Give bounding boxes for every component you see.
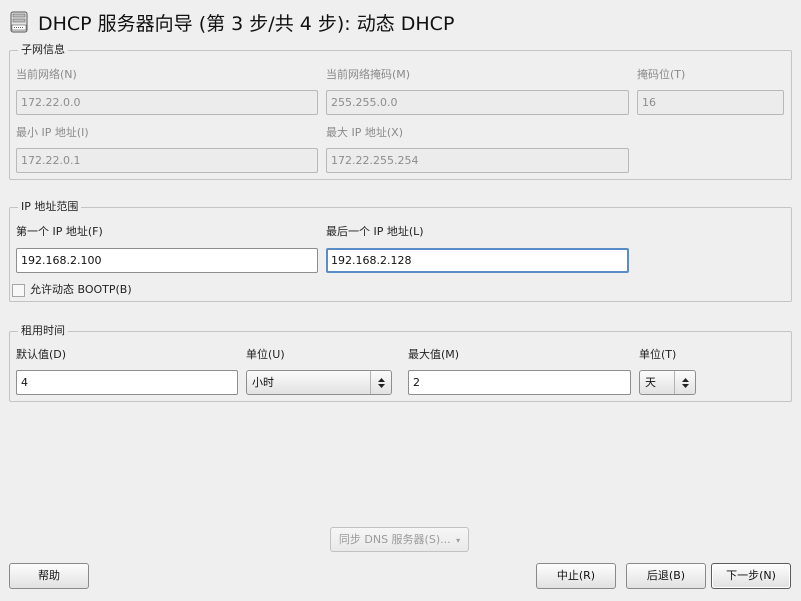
lease-time-group: 租用时间 默认值(D) 4 单位(U) 小时 最大值(M) 2 单位(T) 天 [9, 324, 792, 402]
max-lease-label: 最大值(M) [408, 348, 460, 361]
min-ip-field[interactable]: 172.22.0.1 [16, 148, 318, 173]
ip-range-group: IP 地址范围 第一个 IP 地址(F) 192.168.2.100 最后一个 … [9, 200, 792, 302]
help-button[interactable]: 帮助 [9, 563, 89, 589]
bootp-option[interactable]: 允许动态 BOOTP(B) [12, 283, 132, 297]
subnet-info-legend: 子网信息 [18, 43, 68, 57]
ip-range-legend: IP 地址范围 [18, 200, 82, 214]
sync-dns-label: 同步 DNS 服务器(S)... [338, 533, 451, 546]
title-bar: DHCP 服务器向导 (第 3 步/共 4 步): 动态 DHCP [8, 8, 454, 36]
default-unit-select[interactable]: 小时 [246, 370, 392, 395]
netmask-bits-field[interactable]: 16 [637, 90, 784, 115]
max-lease-field[interactable]: 2 [408, 370, 631, 395]
updown-arrows-icon [370, 371, 391, 394]
default-lease-label: 默认值(D) [16, 348, 67, 361]
sync-dns-button[interactable]: 同步 DNS 服务器(S)... ▾ [330, 527, 469, 552]
dhcp-wizard-window: DHCP 服务器向导 (第 3 步/共 4 步): 动态 DHCP 子网信息 当… [0, 0, 801, 601]
netmask-bits-label: 掩码位(T) [637, 68, 686, 81]
last-ip-field[interactable]: 192.168.2.128 [326, 248, 629, 273]
bootp-label: 允许动态 BOOTP(B) [30, 283, 132, 296]
default-lease-field[interactable]: 4 [16, 370, 238, 395]
first-ip-label: 第一个 IP 地址(F) [16, 225, 103, 238]
last-ip-label: 最后一个 IP 地址(L) [326, 225, 424, 238]
back-button[interactable]: 后退(B) [626, 563, 706, 589]
default-unit-label: 单位(U) [246, 348, 285, 361]
max-ip-field[interactable]: 172.22.255.254 [326, 148, 629, 173]
dropdown-arrow-icon: ▾ [456, 536, 461, 545]
current-netmask-label: 当前网络掩码(M) [326, 68, 411, 81]
max-unit-select[interactable]: 天 [639, 370, 696, 395]
abort-button[interactable]: 中止(R) [536, 563, 616, 589]
updown-arrows-icon [674, 371, 695, 394]
window-title: DHCP 服务器向导 (第 3 步/共 4 步): 动态 DHCP [38, 12, 455, 35]
lease-time-legend: 租用时间 [18, 324, 68, 338]
max-unit-label: 单位(T) [639, 348, 677, 361]
subnet-info-group: 子网信息 当前网络(N) 172.22.0.0 当前网络掩码(M) 255.25… [9, 43, 792, 180]
current-netmask-field[interactable]: 255.255.0.0 [326, 90, 629, 115]
next-button[interactable]: 下一步(N) [711, 563, 791, 589]
first-ip-field[interactable]: 192.168.2.100 [16, 248, 318, 273]
server-icon [10, 11, 28, 33]
current-network-field[interactable]: 172.22.0.0 [16, 90, 318, 115]
bootp-checkbox[interactable] [12, 283, 25, 297]
current-network-label: 当前网络(N) [16, 68, 77, 81]
max-ip-label: 最大 IP 地址(X) [326, 126, 403, 139]
min-ip-label: 最小 IP 地址(I) [16, 126, 89, 139]
default-unit-value: 小时 [252, 376, 274, 389]
max-unit-value: 天 [645, 376, 656, 389]
